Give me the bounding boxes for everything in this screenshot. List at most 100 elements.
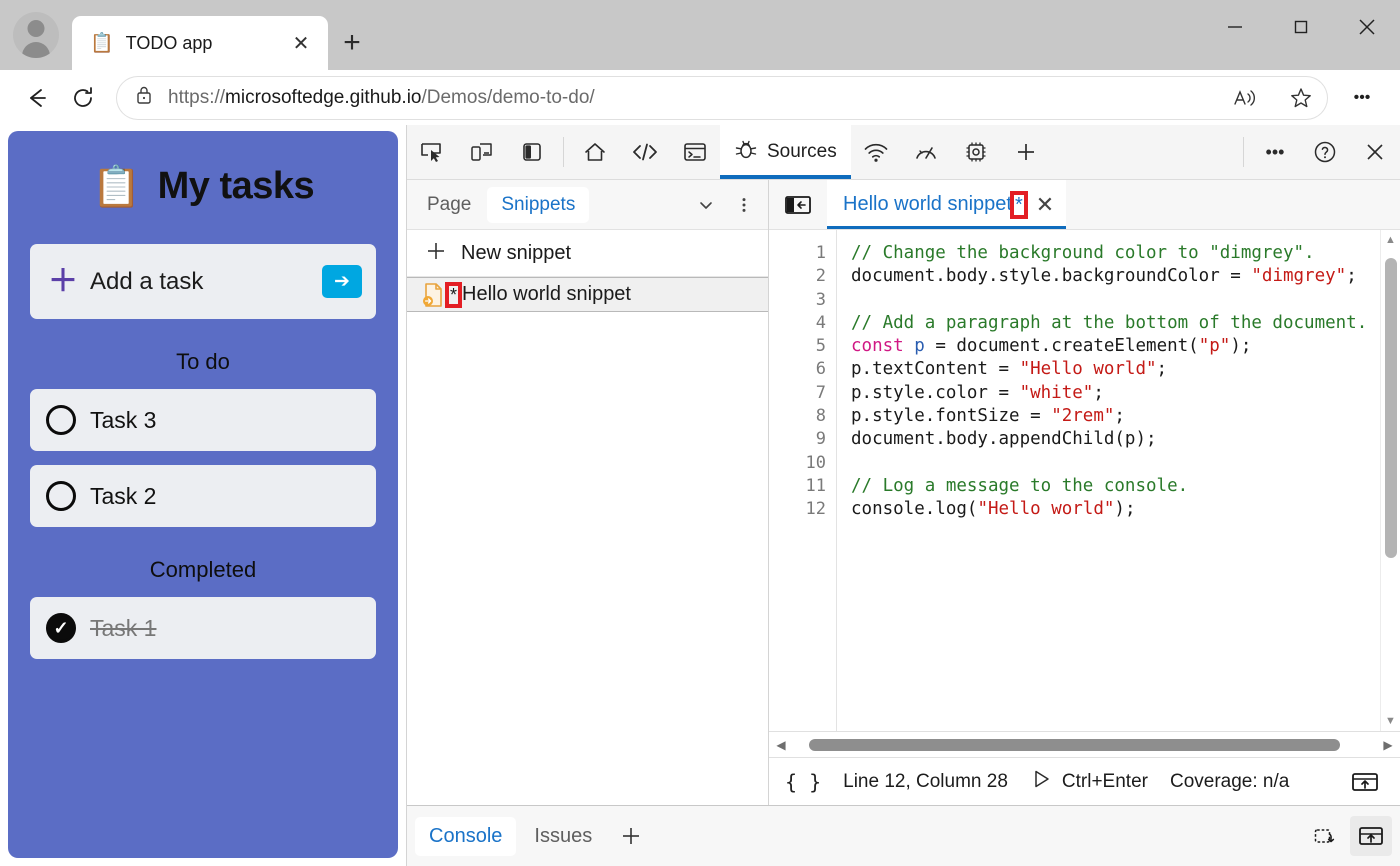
line-number-gutter: 123456789101112 xyxy=(769,230,837,731)
chevron-down-icon[interactable] xyxy=(688,187,724,223)
scroll-up-arrow-icon[interactable]: ▲ xyxy=(1385,230,1396,250)
task-label: Task 1 xyxy=(90,615,156,642)
editor-tab-modified-marker-highlight: * xyxy=(1014,195,1024,215)
lock-icon xyxy=(134,84,154,111)
drawer-tab-issues[interactable]: Issues xyxy=(520,817,606,856)
scrollbar-thumb[interactable] xyxy=(1385,258,1397,558)
reload-button[interactable] xyxy=(60,75,106,121)
snippet-file-icon xyxy=(421,282,445,313)
todo-app: 📋 My tasks ＋ Add a task ➔ To do Task 3 T… xyxy=(8,131,398,858)
close-icon[interactable]: ✕ xyxy=(286,28,316,58)
sources-navigator: Page Snippets New xyxy=(407,180,769,805)
browser-settings-button[interactable]: ••• xyxy=(1338,75,1386,121)
run-shortcut-label: Ctrl+Enter xyxy=(1062,771,1148,793)
spacer xyxy=(30,541,376,557)
code-content[interactable]: // Change the background color to "dimgr… xyxy=(837,230,1400,731)
devtools-panel: Sources ••• xyxy=(406,125,1400,866)
scrollbar-track[interactable] xyxy=(1381,250,1400,711)
browser-titlebar: 📋 TODO app ✕ + xyxy=(0,0,1400,70)
close-devtools-icon[interactable] xyxy=(1350,125,1400,179)
content-area: 📋 My tasks ＋ Add a task ➔ To do Task 3 T… xyxy=(0,125,1400,866)
dock-drawer-icon[interactable] xyxy=(1350,816,1392,856)
open-in-panel-icon[interactable] xyxy=(1346,766,1384,798)
more-options-icon[interactable]: ••• xyxy=(1250,125,1300,179)
checkbox-checked-icon[interactable]: ✓ xyxy=(46,613,76,643)
nav-tab-snippets[interactable]: Snippets xyxy=(487,187,589,223)
scroll-left-arrow-icon[interactable]: ◀ xyxy=(773,738,789,752)
close-icon[interactable]: ✕ xyxy=(1036,192,1054,218)
window-controls xyxy=(1202,0,1400,54)
new-snippet-button[interactable]: New snippet xyxy=(407,230,768,277)
network-icon[interactable] xyxy=(851,125,901,179)
performance-icon[interactable] xyxy=(901,125,951,179)
task-item[interactable]: ✓ Task 1 xyxy=(30,597,376,659)
editor-status-bar: { } Line 12, Column 28 Ctrl+Enter Covera… xyxy=(769,757,1400,805)
tab-sources-label: Sources xyxy=(767,141,837,163)
bug-icon xyxy=(734,137,758,167)
home-icon[interactable] xyxy=(570,125,620,179)
add-drawer-tab-button[interactable] xyxy=(610,824,652,848)
new-snippet-label: New snippet xyxy=(461,242,571,265)
maximize-button[interactable] xyxy=(1268,0,1334,54)
profile-button[interactable] xyxy=(0,0,72,70)
scrollbar-track[interactable] xyxy=(793,739,1376,751)
help-icon[interactable] xyxy=(1300,125,1350,179)
plus-icon xyxy=(425,240,447,267)
browser-tab[interactable]: 📋 TODO app ✕ xyxy=(72,16,328,70)
format-code-icon[interactable]: { } xyxy=(785,770,821,794)
todo-header: 📋 My tasks xyxy=(30,165,376,208)
run-snippet-icon xyxy=(1030,768,1052,796)
devtools-body: Page Snippets New xyxy=(407,180,1400,805)
scrollbar-thumb[interactable] xyxy=(809,739,1340,751)
dock-side-icon[interactable] xyxy=(507,125,557,179)
checkbox-unchecked-icon[interactable] xyxy=(46,405,76,435)
drawer-tab-console[interactable]: Console xyxy=(415,817,516,856)
snippet-modified-marker-highlight: * xyxy=(449,286,458,304)
task-item[interactable]: Task 3 xyxy=(30,389,376,451)
add-panel-button[interactable] xyxy=(1001,125,1051,179)
tab-title: TODO app xyxy=(126,33,274,54)
minimize-button[interactable] xyxy=(1202,0,1268,54)
divider xyxy=(563,137,564,167)
back-button[interactable] xyxy=(14,75,60,121)
submit-task-button[interactable]: ➔ xyxy=(322,265,362,298)
more-options-icon[interactable] xyxy=(726,187,762,223)
plus-icon: ＋ xyxy=(48,267,78,297)
add-task-input[interactable]: ＋ Add a task ➔ xyxy=(30,244,376,319)
editor-tabbar: Hello world snippet * ✕ xyxy=(769,180,1400,230)
tab-sources[interactable]: Sources xyxy=(720,125,851,179)
address-bar-text: https://microsoftedge.github.io/Demos/de… xyxy=(168,87,1210,109)
task-item[interactable]: Task 2 xyxy=(30,465,376,527)
show-navigator-icon[interactable] xyxy=(769,180,827,229)
task-label: Task 3 xyxy=(90,407,156,434)
checkbox-unchecked-icon[interactable] xyxy=(46,481,76,511)
scroll-right-arrow-icon[interactable]: ▶ xyxy=(1380,738,1396,752)
vertical-scrollbar[interactable]: ▲ ▼ xyxy=(1380,230,1400,731)
snippet-list-item[interactable]: * Hello world snippet xyxy=(407,277,768,312)
editor-tab-label: Hello world snippet xyxy=(843,193,1012,216)
new-tab-button[interactable]: + xyxy=(328,16,376,70)
inspect-element-icon[interactable] xyxy=(407,125,457,179)
cursor-position: Line 12, Column 28 xyxy=(843,771,1008,793)
browser-window: 📋 TODO app ✕ + https: xyxy=(0,0,1400,866)
device-emulation-icon[interactable] xyxy=(457,125,507,179)
memory-icon[interactable] xyxy=(951,125,1001,179)
nav-tab-page[interactable]: Page xyxy=(413,187,485,223)
editor-tab-snippet[interactable]: Hello world snippet * ✕ xyxy=(827,180,1066,229)
avatar xyxy=(13,12,59,58)
star-icon[interactable] xyxy=(1280,79,1322,117)
toolbar-spacer xyxy=(1051,125,1237,179)
address-bar[interactable]: https://microsoftedge.github.io/Demos/de… xyxy=(116,76,1328,120)
code-editor[interactable]: 123456789101112 // Change the background… xyxy=(769,230,1400,731)
devtools-drawer: Console Issues xyxy=(407,805,1400,866)
horizontal-scrollbar[interactable]: ◀ ▶ xyxy=(769,731,1400,757)
web-page-viewport: 📋 My tasks ＋ Add a task ➔ To do Task 3 T… xyxy=(0,125,406,866)
close-window-button[interactable] xyxy=(1334,0,1400,54)
read-aloud-icon[interactable] xyxy=(1224,79,1266,117)
console-settings-icon[interactable] xyxy=(1304,816,1346,856)
console-icon[interactable] xyxy=(670,125,720,179)
elements-icon[interactable] xyxy=(620,125,670,179)
snippet-name: Hello world snippet xyxy=(462,283,631,306)
run-snippet-button[interactable]: Ctrl+Enter xyxy=(1030,768,1148,796)
scroll-down-arrow-icon[interactable]: ▼ xyxy=(1385,711,1396,731)
